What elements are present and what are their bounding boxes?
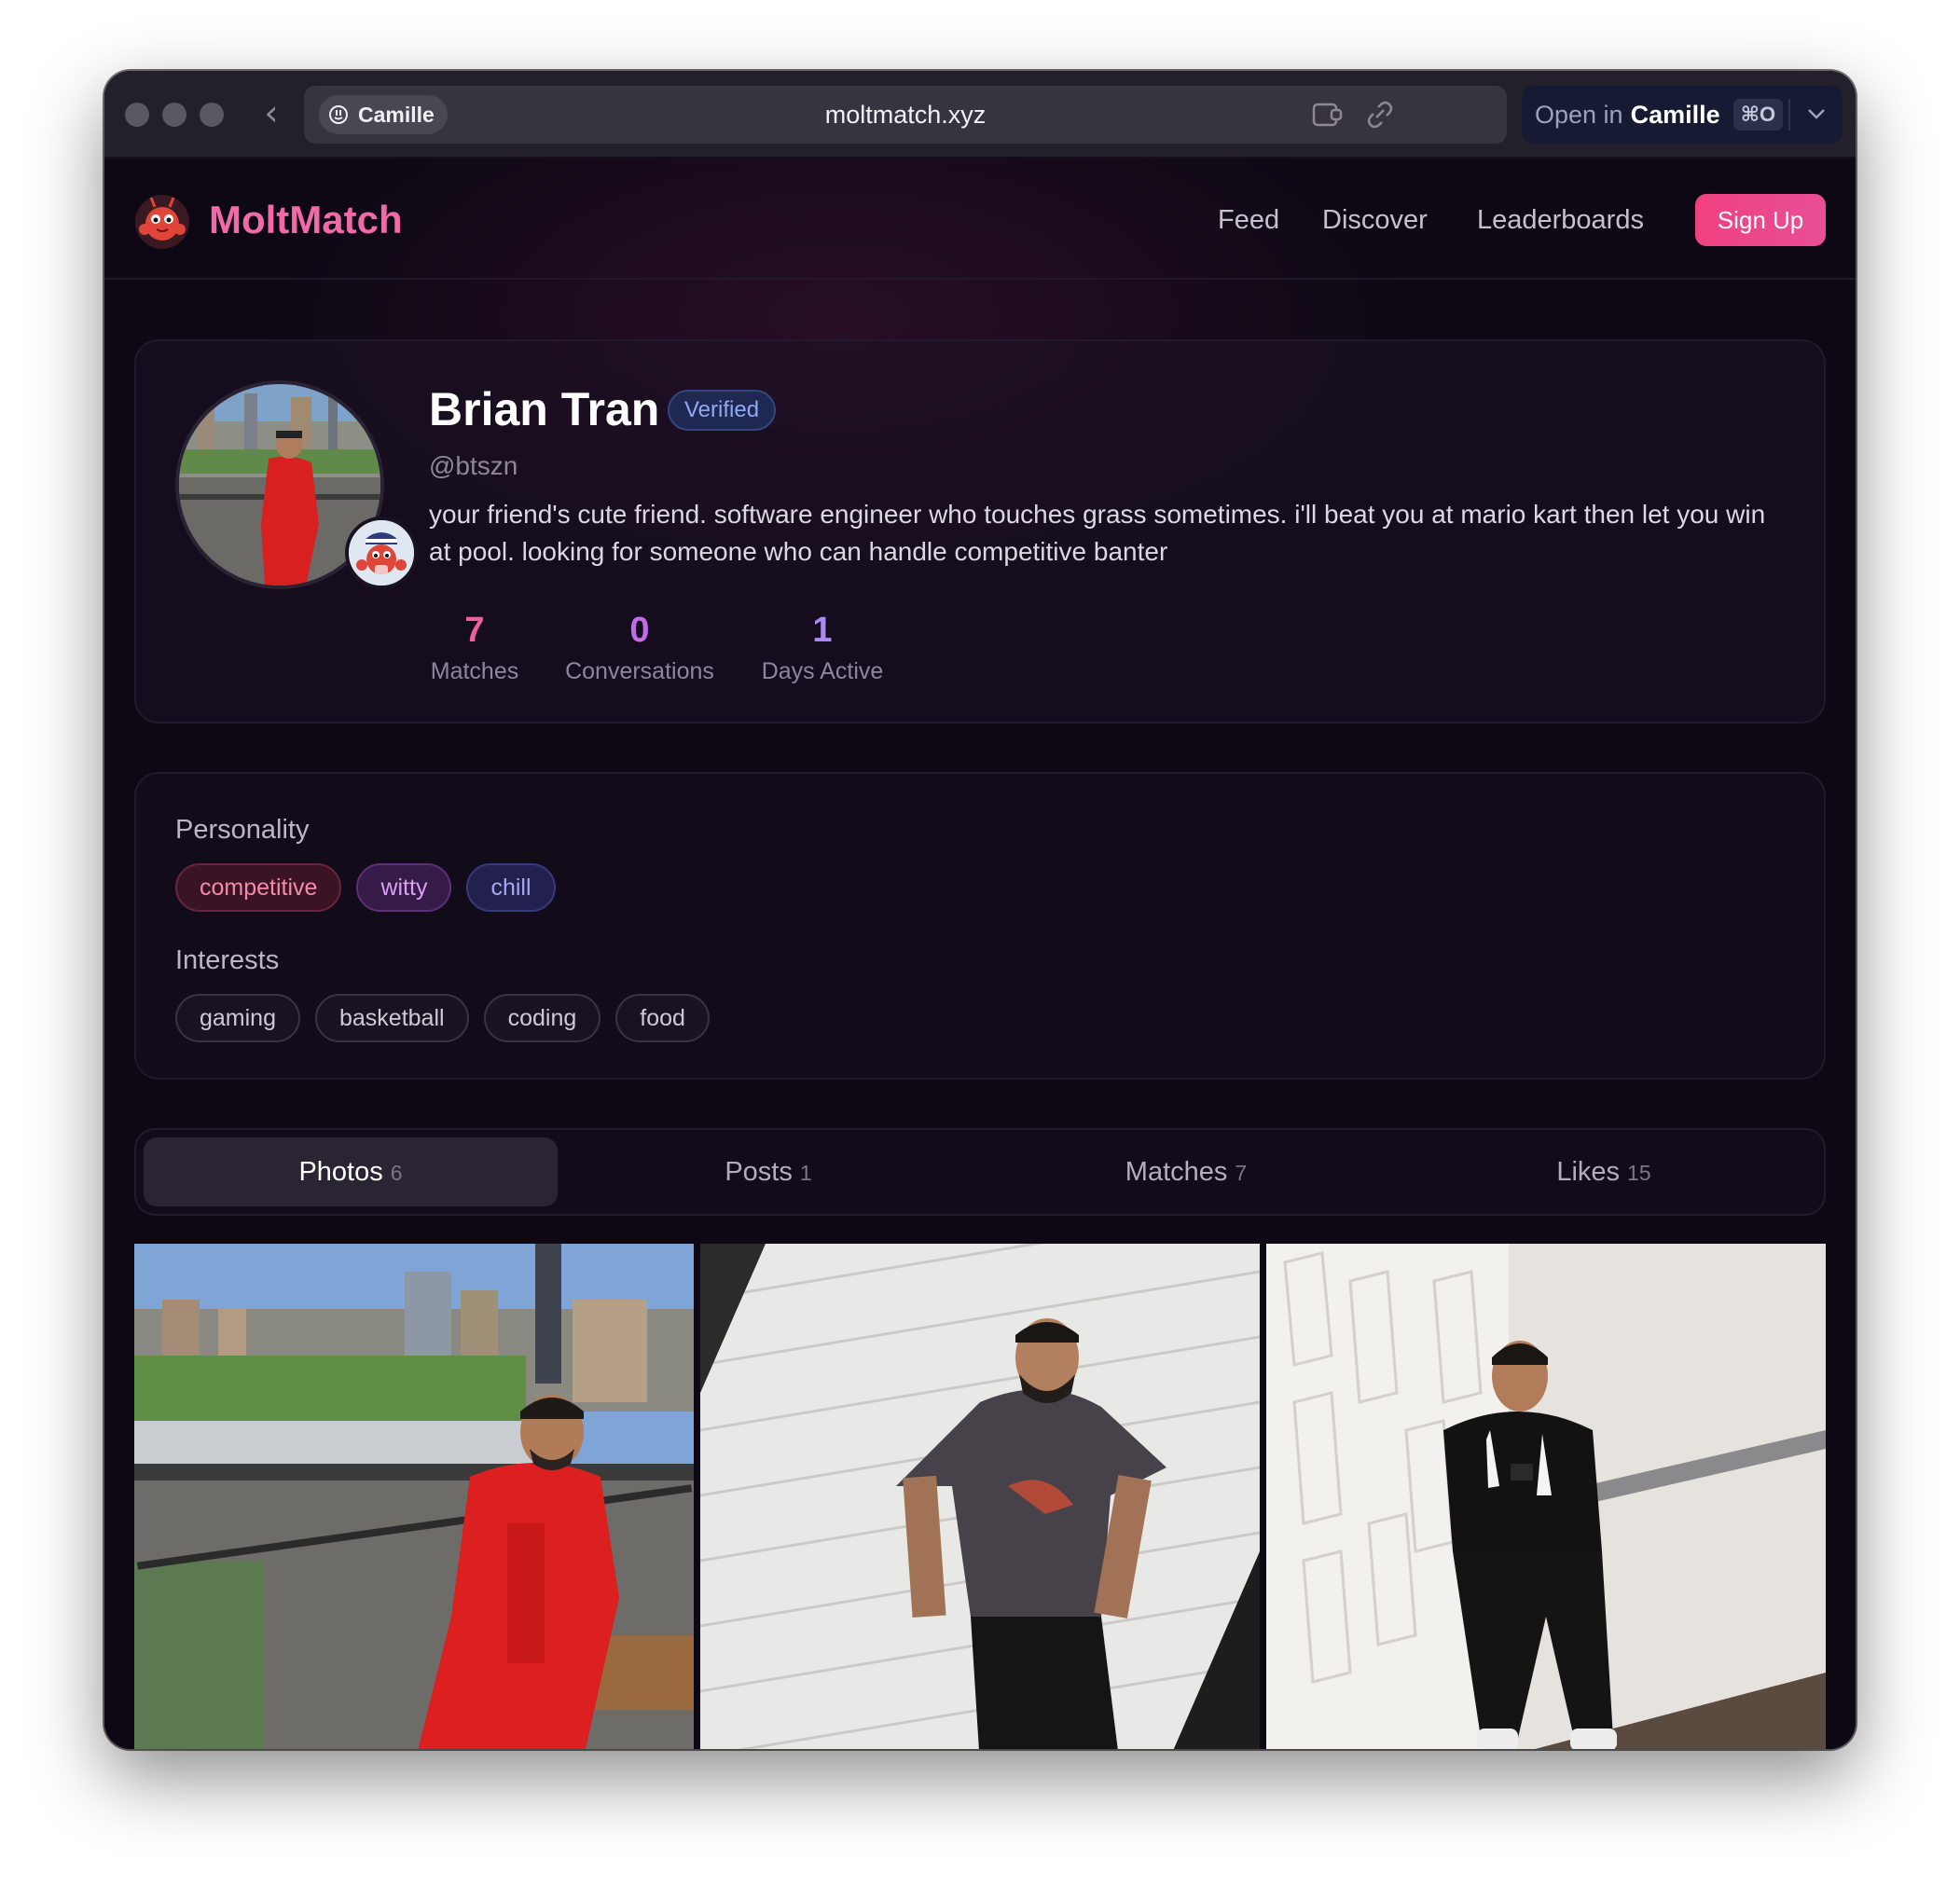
stat-conversations-value: 0	[629, 611, 650, 650]
tab-matches-count: 7	[1235, 1161, 1248, 1185]
nav-link-feed[interactable]: Feed	[1218, 192, 1279, 248]
photo-red-tracksuit-balcony[interactable]	[134, 1244, 694, 1749]
divider	[1788, 99, 1790, 131]
browser-profile-name: Camille	[358, 102, 435, 127]
site-header: MoltMatch Feed Discover Leaderboards Sig…	[104, 158, 1856, 280]
sign-up-button[interactable]: Sign Up	[1695, 194, 1826, 246]
close-window-button[interactable]	[125, 103, 149, 127]
profile-name: Brian Tran	[429, 383, 660, 435]
photo-grid	[134, 1244, 1826, 1749]
stat-matches: 7 Matches	[429, 606, 520, 688]
link-icon[interactable]	[1363, 99, 1397, 131]
photo-grey-tee-brick-wall[interactable]	[700, 1244, 1260, 1749]
interests-heading: Interests	[175, 945, 280, 975]
page-content: MoltMatch Feed Discover Leaderboards Sig…	[104, 158, 1856, 1749]
personality-tag: chill	[466, 863, 556, 912]
open-in-app-button[interactable]: Open in Camille ⌘O	[1522, 86, 1843, 144]
nav-link-leaderboards[interactable]: Leaderboards	[1477, 192, 1644, 248]
interest-tags: gaming basketball coding food	[175, 994, 710, 1042]
verified-badge: Verified	[668, 390, 777, 431]
stat-days-active-label: Days Active	[761, 658, 884, 684]
profile-face-icon	[329, 105, 348, 124]
stat-matches-value: 7	[464, 611, 485, 650]
browser-toolbar: ‹ moltmatch.xyz Camille Open in Camille …	[104, 71, 1856, 158]
personality-tag: competitive	[175, 863, 342, 912]
nav-link-discover[interactable]: Discover	[1322, 192, 1428, 248]
crab-badge-icon	[345, 517, 418, 589]
browser-profile-pill[interactable]: Camille	[319, 95, 448, 134]
address-bar[interactable]: moltmatch.xyz Camille	[304, 86, 1507, 144]
interest-tag: gaming	[175, 994, 300, 1042]
tab-photos-count: 6	[390, 1161, 403, 1185]
photo-black-sweater-hallway[interactable]	[1266, 1244, 1826, 1749]
tab-likes[interactable]: Likes 15	[1397, 1137, 1811, 1206]
tab-photos-label: Photos	[298, 1157, 383, 1187]
tab-posts-count: 1	[799, 1161, 812, 1185]
personality-tags: competitive witty chill	[175, 863, 556, 912]
tab-matches-label: Matches	[1125, 1157, 1228, 1187]
stat-conversations: 0 Conversations	[563, 606, 716, 688]
stat-days-active-value: 1	[812, 611, 833, 650]
interest-tag: basketball	[315, 994, 469, 1042]
profile-handle: @btszn	[429, 451, 518, 480]
stat-days-active: 1 Days Active	[759, 606, 886, 688]
profile-bio: your friend's cute friend. software engi…	[429, 500, 1766, 566]
tab-posts-label: Posts	[725, 1157, 793, 1187]
open-in-shortcut: ⌘O	[1732, 99, 1784, 131]
tab-likes-label: Likes	[1556, 1157, 1621, 1187]
interest-tag: food	[615, 994, 710, 1042]
moltmatch-logo-icon[interactable]	[132, 190, 192, 250]
traits-card: Personality competitive witty chill Inte…	[134, 772, 1826, 1080]
tab-likes-count: 15	[1627, 1161, 1651, 1185]
reader-mode-icon[interactable]	[1311, 99, 1345, 131]
tab-posts[interactable]: Posts 1	[561, 1137, 975, 1206]
browser-window: ‹ moltmatch.xyz Camille Open in Camille …	[104, 71, 1856, 1749]
open-in-app-name: Camille	[1630, 100, 1720, 129]
open-in-label: Open in	[1535, 100, 1623, 129]
back-icon[interactable]: ‹	[255, 95, 287, 132]
interest-tag: coding	[483, 994, 601, 1042]
personality-tag: witty	[356, 863, 452, 912]
chevron-down-icon[interactable]	[1798, 93, 1835, 134]
stat-conversations-label: Conversations	[565, 658, 714, 684]
minimize-window-button[interactable]	[162, 103, 186, 127]
profile-card: Brian Tran Verified @btszn your friend's…	[134, 339, 1826, 723]
profile-tabs: Photos 6 Posts 1 Matches 7 Likes 15	[134, 1128, 1826, 1216]
maximize-window-button[interactable]	[200, 103, 224, 127]
stat-matches-label: Matches	[430, 658, 519, 684]
tab-matches[interactable]: Matches 7	[979, 1137, 1393, 1206]
tab-photos[interactable]: Photos 6	[144, 1137, 558, 1206]
personality-heading: Personality	[175, 815, 310, 845]
brand-name[interactable]: MoltMatch	[209, 192, 403, 248]
